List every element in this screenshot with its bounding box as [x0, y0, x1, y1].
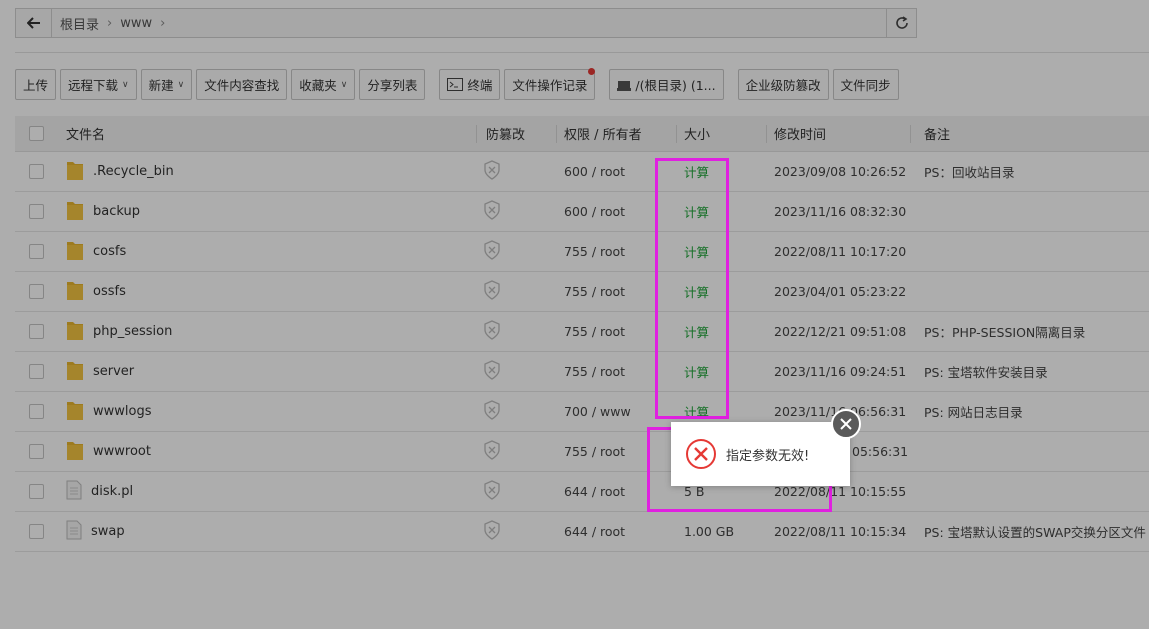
toast-close-button[interactable]: [831, 409, 861, 439]
toast-message: 指定参数无效!: [726, 448, 810, 464]
size-column-highlight: [655, 158, 729, 419]
modal-overlay: [0, 0, 1149, 629]
error-icon: [686, 439, 716, 469]
error-toast: 指定参数无效!: [671, 422, 850, 486]
close-icon: [840, 418, 852, 430]
